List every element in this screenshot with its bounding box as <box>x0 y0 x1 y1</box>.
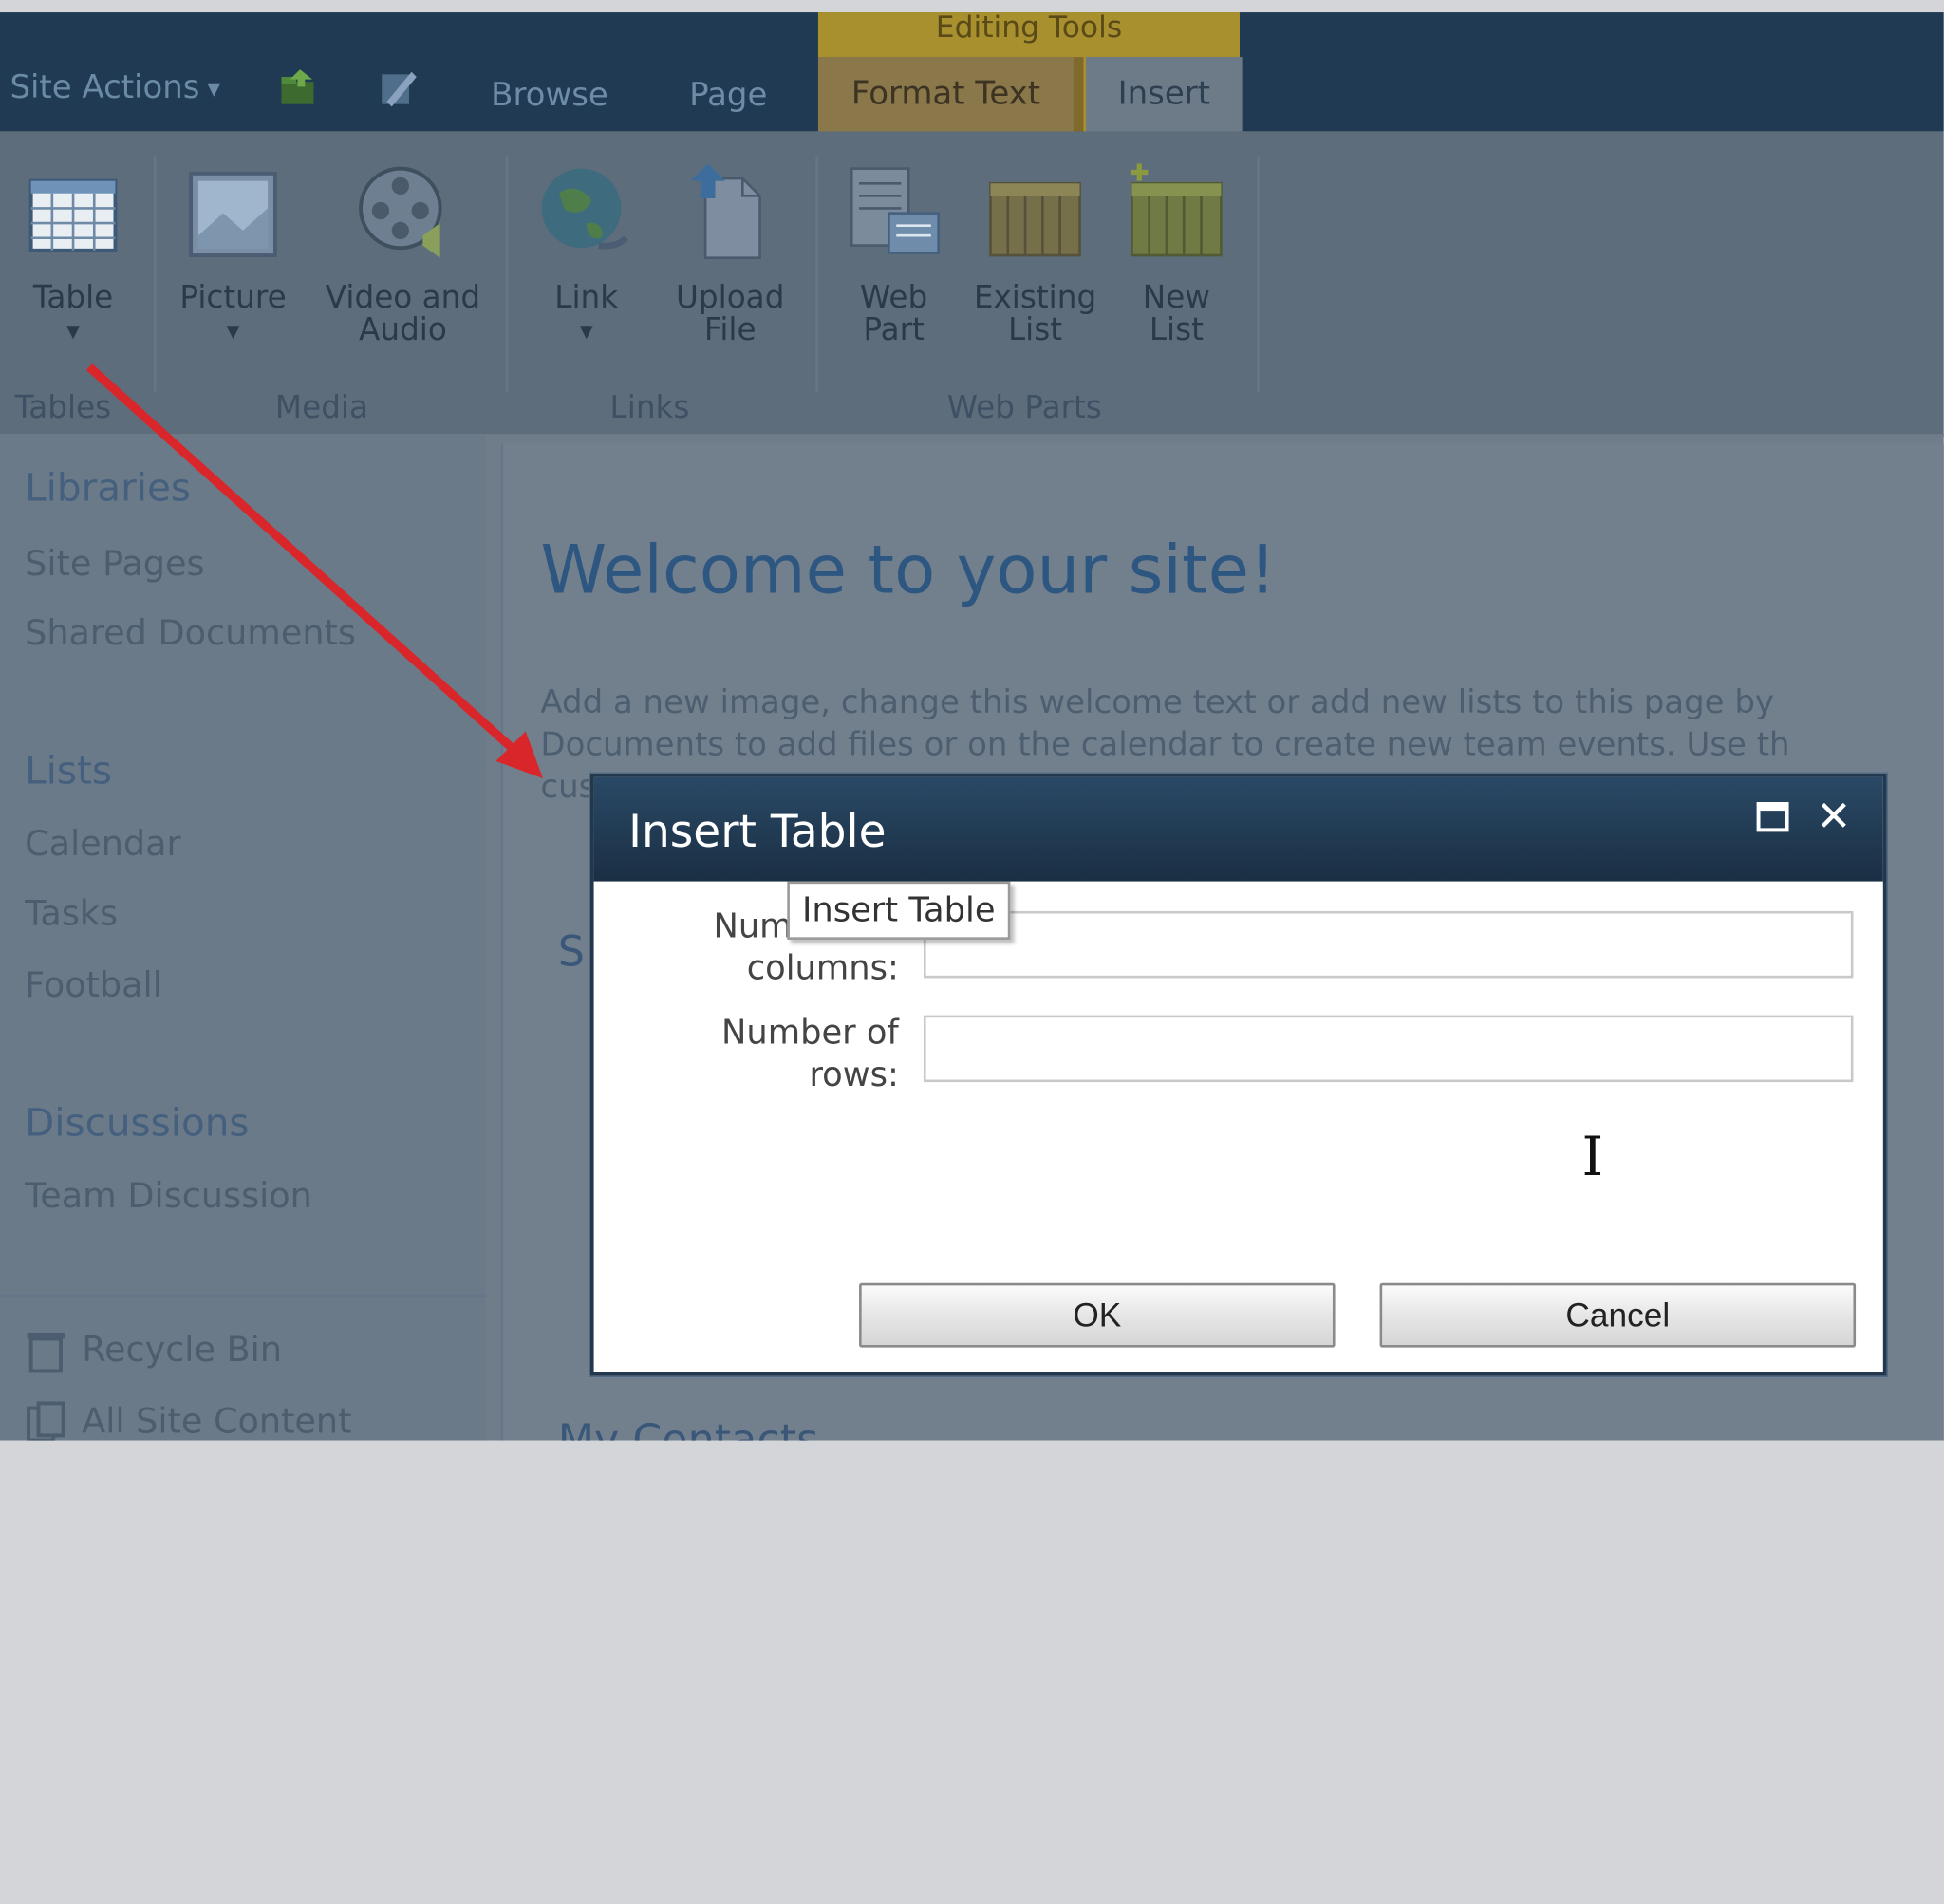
group-label-web-parts: Web Parts <box>946 389 1102 425</box>
upload-file-button[interactable]: Upload File <box>662 159 798 345</box>
columns-label-line1: Num <box>713 906 793 946</box>
nav-item-team-discussion[interactable]: Team Discussion <box>25 1175 312 1216</box>
video-audio-button[interactable]: Video and Audio <box>310 159 496 345</box>
dialog-title-bar: Insert Table ✕ <box>593 776 1883 882</box>
nav-item-recycle-bin[interactable]: Recycle Bin <box>25 1329 282 1373</box>
upload-file-icon <box>690 163 761 259</box>
quick-launch: Libraries Site Pages Shared Documents Li… <box>0 434 486 1441</box>
link-label: Link <box>554 278 619 315</box>
rows-label-line2: rows: <box>809 1055 899 1095</box>
nav-heading-libraries[interactable]: Libraries <box>25 466 191 511</box>
new-list-icon <box>1131 163 1223 257</box>
tab-browse[interactable]: Browse <box>491 77 608 114</box>
columns-input[interactable] <box>923 910 1854 979</box>
nav-item-tasks[interactable]: Tasks <box>25 892 118 933</box>
all-content-icon <box>27 1401 65 1441</box>
nav-item-calendar[interactable]: Calendar <box>25 823 180 864</box>
tab-format-text[interactable]: Format Text <box>817 57 1074 132</box>
link-button[interactable]: Link ▼ <box>531 159 643 348</box>
tooltip: Insert Table <box>787 881 1011 940</box>
ribbon-separator <box>815 156 818 392</box>
cancel-button[interactable]: Cancel <box>1379 1282 1857 1348</box>
group-label-media: Media <box>274 389 369 425</box>
web-part-icon <box>850 167 940 254</box>
all-site-content-label: All Site Content <box>82 1400 352 1441</box>
maximize-icon[interactable] <box>1756 801 1789 832</box>
group-label-tables: Tables <box>14 389 112 425</box>
editing-tools-label: Editing Tools <box>817 12 1240 58</box>
recycle-bin-label: Recycle Bin <box>82 1329 283 1371</box>
nav-item-football[interactable]: Football <box>25 964 162 1005</box>
web-part-label: Web <box>860 278 928 315</box>
rows-label-line1: Number of <box>720 1014 899 1053</box>
ribbon-separator <box>1257 156 1260 392</box>
new-list-label: New <box>1142 278 1211 315</box>
picture-button[interactable]: Picture ▼ <box>174 159 292 348</box>
web-part-button[interactable]: Web Part <box>838 159 950 345</box>
nav-item-site-pages[interactable]: Site Pages <box>25 543 204 584</box>
chevron-down-icon: ▼ <box>66 322 81 343</box>
upload-label-2: File <box>703 310 757 347</box>
navigate-up-icon[interactable] <box>278 67 320 109</box>
group-label-links: Links <box>609 389 690 425</box>
recycle-bin-icon <box>27 1332 65 1373</box>
nav-heading-discussions[interactable]: Discussions <box>25 1101 249 1146</box>
chevron-down-icon: ▼ <box>579 322 593 343</box>
existing-list-label: Existing <box>973 278 1097 315</box>
dialog-title: Insert Table <box>628 807 887 858</box>
ribbon-separator <box>505 156 509 392</box>
site-actions-label: Site Actions <box>9 69 200 107</box>
film-reel-icon <box>359 166 442 258</box>
table-label: Table <box>32 278 114 315</box>
top-bar: Site Actions ▼ Browse Page Editing Tools … <box>0 12 1944 132</box>
ribbon: Table ▼ Picture ▼ Video and Audio Link ▼… <box>0 131 1944 437</box>
nav-item-all-site-content[interactable]: All Site Content <box>25 1401 351 1441</box>
video-audio-label: Video and <box>325 278 481 315</box>
site-actions-menu[interactable]: Site Actions ▼ <box>9 69 220 106</box>
existing-list-button[interactable]: Existing List <box>964 159 1106 345</box>
ribbon-separator <box>153 156 157 392</box>
chevron-down-icon: ▼ <box>207 78 221 99</box>
my-contacts-heading: My Contacts <box>558 1415 819 1440</box>
close-icon[interactable]: ✕ <box>1816 793 1851 842</box>
edit-page-icon[interactable] <box>377 67 419 109</box>
existing-list-label-2: List <box>1007 310 1063 347</box>
tab-page[interactable]: Page <box>689 77 767 114</box>
ok-button[interactable]: OK <box>859 1282 1336 1348</box>
web-part-label-2: Part <box>863 310 925 347</box>
tab-insert[interactable]: Insert <box>1083 57 1243 132</box>
partial-heading: S <box>557 926 585 978</box>
table-icon <box>28 178 118 252</box>
picture-icon <box>189 171 277 257</box>
globe-link-icon <box>541 168 628 250</box>
nav-item-shared-documents[interactable]: Shared Documents <box>25 612 356 653</box>
chevron-down-icon: ▼ <box>226 322 240 343</box>
insert-table-dialog: Insert Table ✕ Num columns: Number of ro… <box>589 773 1887 1376</box>
video-audio-label-2: Audio <box>359 310 447 347</box>
new-list-button[interactable]: New List <box>1121 159 1233 345</box>
text-cursor-icon: I <box>1581 1125 1604 1189</box>
upload-label: Upload <box>676 278 785 315</box>
existing-list-icon <box>989 181 1081 257</box>
new-list-label-2: List <box>1149 310 1204 347</box>
picture-label: Picture <box>179 278 287 315</box>
rows-label: Number of rows: <box>681 1013 899 1097</box>
nav-divider <box>0 1294 486 1297</box>
columns-label-line2: columns: <box>746 949 899 988</box>
rows-input[interactable] <box>923 1015 1854 1083</box>
table-button[interactable]: Table ▼ <box>17 159 129 348</box>
nav-heading-lists[interactable]: Lists <box>25 749 112 793</box>
page-title: Welcome to your site! <box>540 530 1277 609</box>
